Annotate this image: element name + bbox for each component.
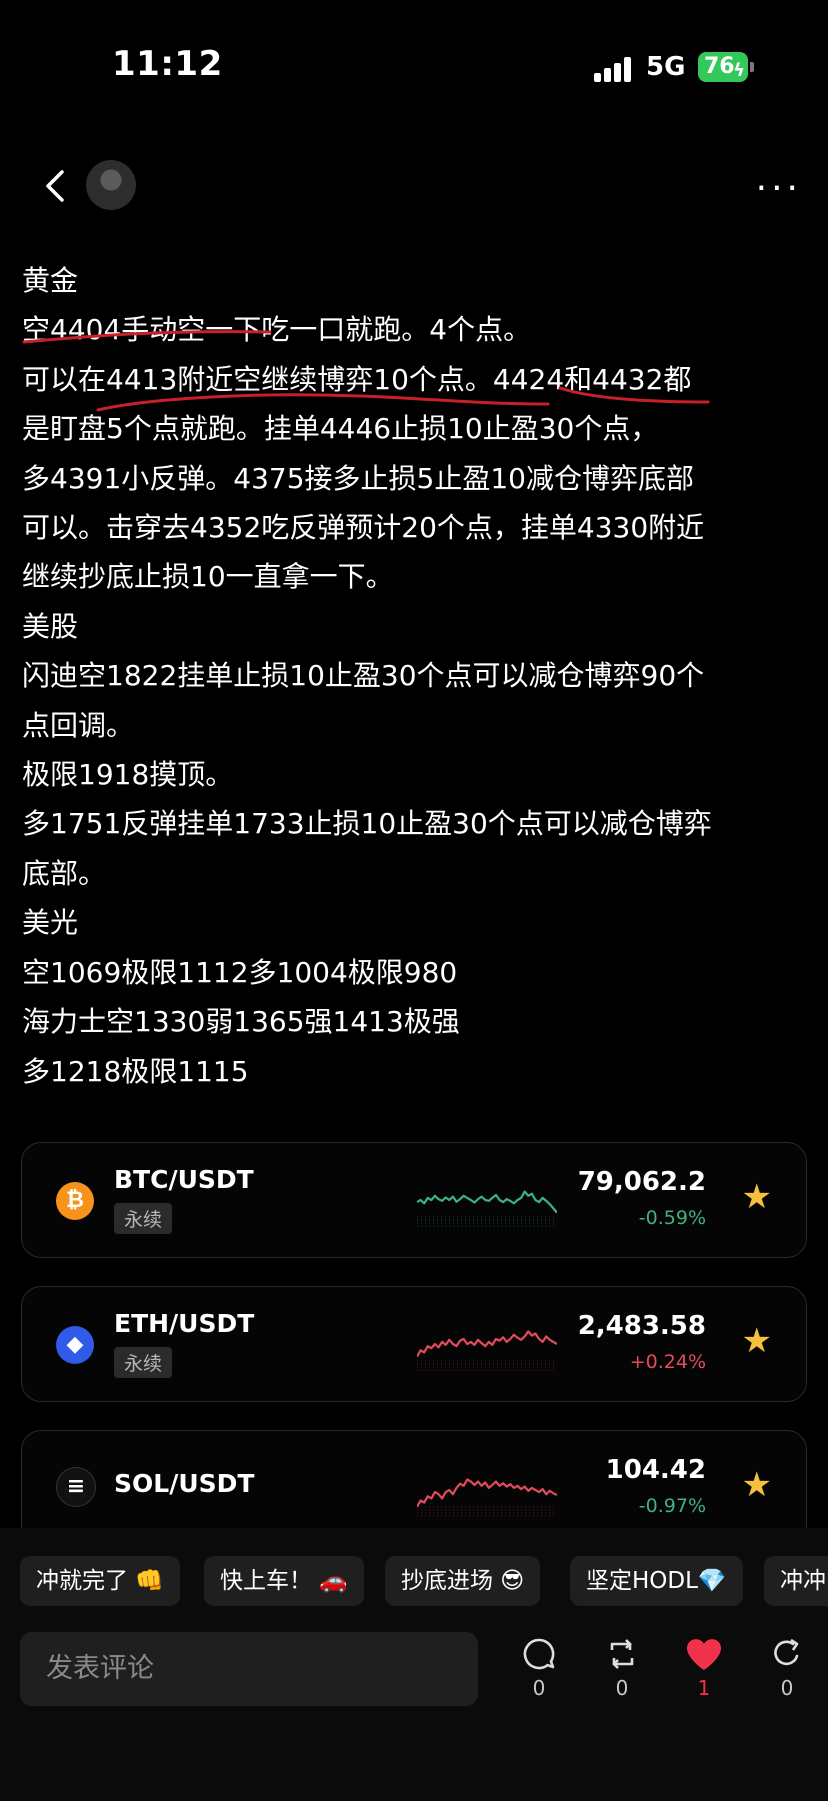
like-count: 1 xyxy=(697,1676,711,1700)
battery-level: 76 xyxy=(704,54,735,79)
post-line: 美股 xyxy=(22,609,79,643)
ticker-price: 104.42 xyxy=(605,1455,706,1485)
post-content: 黄金 空4404手动空一下吃一口就跑。4个点。 可以在4413附近空继续博弈10… xyxy=(22,256,812,1096)
ticker-pair: ETH/USDT xyxy=(114,1309,255,1338)
share-icon xyxy=(774,1638,799,1666)
sparkline-line xyxy=(417,1190,557,1214)
post-line: 继续抄底止损10一直拿一下。 xyxy=(22,560,394,594)
post-line: 闪迪空1822挂单止损10止盈30个点可以减仓博弈90个 xyxy=(22,659,705,693)
post-line: 极限1918摸顶。 xyxy=(22,758,234,792)
post-line: 是盯盘5个点就跑。挂单4446止损10止盈30个点， xyxy=(22,412,659,446)
sol-coin-icon: ≡ xyxy=(56,1467,96,1507)
post-line: 空4404手动空一下吃一口就跑。4个点。 xyxy=(22,313,532,347)
ticker-tag: 永续 xyxy=(114,1203,173,1234)
quick-reply-chip[interactable]: 坚定HODL💎 xyxy=(570,1556,743,1606)
repost-icon xyxy=(610,1639,634,1669)
charging-bolt-icon: ϟ xyxy=(733,60,745,81)
comment-input[interactable]: 发表评论 xyxy=(20,1632,478,1706)
comment-action[interactable]: 0 xyxy=(514,1636,564,1700)
post-line: 多1218极限1115 xyxy=(22,1054,249,1088)
comment-count: 0 xyxy=(532,1676,546,1700)
eth-coin-icon: ◆ xyxy=(56,1326,94,1364)
ticker-price: 2,483.58 xyxy=(577,1311,706,1341)
author-avatar[interactable] xyxy=(86,160,136,210)
sparkline-line xyxy=(417,1478,557,1508)
post-line: 点回调。 xyxy=(22,708,135,742)
sparkline-chart xyxy=(417,1478,557,1517)
post-line: 多4391小反弹。4375接多止损5止盈10减仓博弈底部 xyxy=(22,461,694,495)
quick-reply-chip[interactable]: 冲冲 xyxy=(764,1556,828,1606)
battery-icon: 76 ϟ xyxy=(698,52,754,82)
quick-reply-chip[interactable]: 冲就完了 👊 xyxy=(20,1556,180,1606)
ticker-change: +0.24% xyxy=(629,1351,706,1373)
heart-icon xyxy=(687,1639,721,1670)
network-type: 5G xyxy=(646,52,686,82)
like-action[interactable]: 1 xyxy=(679,1636,729,1700)
share-count: 0 xyxy=(780,1676,794,1700)
quick-reply-chip[interactable]: 抄底进场 😎 xyxy=(385,1556,541,1606)
repost-action[interactable]: 0 xyxy=(597,1636,647,1700)
post-line: 黄金 xyxy=(22,264,79,297)
more-options-icon[interactable]: ··· xyxy=(756,168,802,209)
ticker-price: 79,062.2 xyxy=(577,1167,706,1197)
sparkline-line xyxy=(417,1330,557,1358)
ticker-pair: BTC/USDT xyxy=(114,1165,254,1194)
status-time: 11:12 xyxy=(112,44,223,84)
post-line: 空1069极限1112多1004极限980 xyxy=(22,955,458,989)
signal-icon xyxy=(594,56,634,82)
post-line: 美光 xyxy=(22,906,79,940)
ticker-card-eth[interactable]: ◆ ETH/USDT 永续 2,483.58 +0.24% ★ xyxy=(21,1286,807,1402)
post-line: 可以。击穿去4352吃反弹预计20个点，挂单4330附近 xyxy=(22,511,705,545)
quick-reply-chip[interactable]: 快上车！ 🚗 xyxy=(204,1556,364,1606)
ticker-card-btc[interactable]: ₿ BTC/USDT 永续 79,062.2 -0.59% ★ xyxy=(21,1142,807,1258)
comment-icon xyxy=(523,1638,555,1670)
bottom-action-bar: 冲就完了 👊 快上车！ 🚗 抄底进场 😎 坚定HODL💎 冲冲 发表评论 0 0… xyxy=(0,1528,828,1801)
ticker-change: -0.59% xyxy=(638,1207,706,1229)
post-line: 多1751反弹挂单1733止损10止盈30个点可以减仓博弈 xyxy=(22,807,712,841)
btc-coin-icon: ₿ xyxy=(56,1182,94,1220)
status-bar: 11:12 5G 76 ϟ xyxy=(0,0,828,130)
ticker-change: -0.97% xyxy=(638,1495,706,1517)
post-line: 可以在4413附近空继续博弈10个点。4424和4432都 xyxy=(22,362,692,396)
share-action[interactable]: 0 xyxy=(762,1636,812,1700)
favorite-star-icon[interactable]: ★ xyxy=(742,1177,772,1217)
sparkline-chart xyxy=(417,1190,557,1227)
post-line: 底部。 xyxy=(22,856,107,890)
post-line: 海力士空1330弱1365强1413极强 xyxy=(22,1005,460,1039)
favorite-star-icon[interactable]: ★ xyxy=(742,1321,772,1361)
ticker-pair: SOL/USDT xyxy=(114,1469,255,1498)
sparkline-chart xyxy=(417,1330,557,1371)
repost-count: 0 xyxy=(615,1676,629,1700)
ticker-tag: 永续 xyxy=(114,1347,173,1378)
favorite-star-icon[interactable]: ★ xyxy=(742,1465,772,1505)
back-arrow-icon[interactable] xyxy=(40,166,70,206)
